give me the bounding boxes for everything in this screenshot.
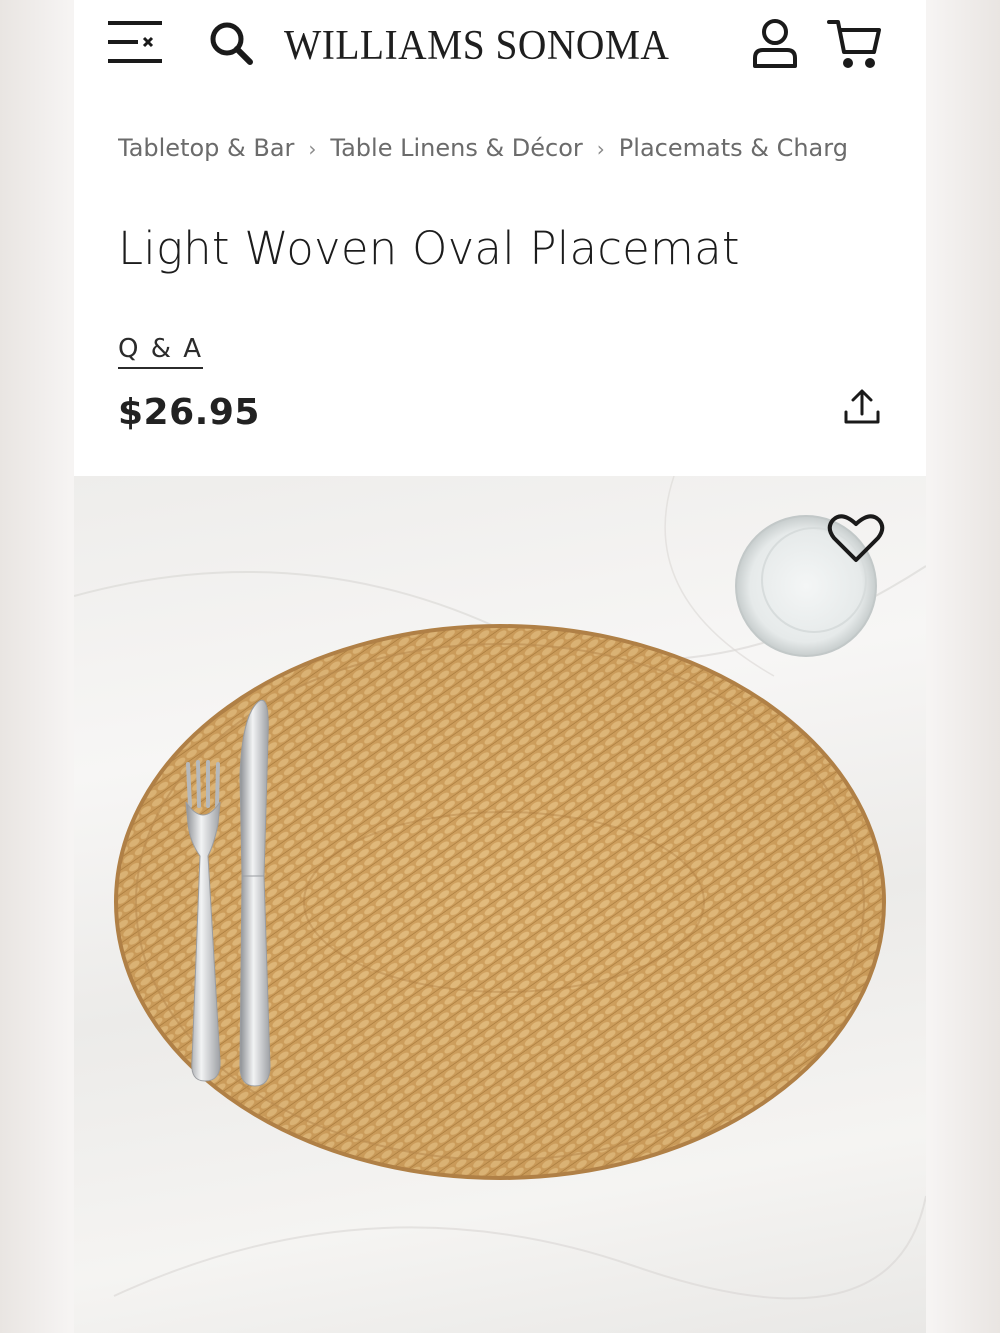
search-icon (210, 22, 253, 65)
breadcrumb-separator: › (596, 137, 605, 161)
heart-icon (827, 514, 885, 562)
product-price: $26.95 (118, 392, 260, 433)
product-image[interactable] (74, 476, 926, 1333)
breadcrumb-item-tabletop-bar[interactable]: Tabletop & Bar (118, 134, 294, 162)
cart-button[interactable] (826, 16, 884, 72)
site-header: WILLIAMS SONOMA (74, 0, 926, 90)
menu-icon (108, 21, 162, 63)
account-icon (753, 19, 797, 68)
favorite-button[interactable] (826, 510, 886, 566)
breadcrumb-item-table-linens-decor[interactable]: Table Linens & Décor (330, 134, 582, 162)
brand-logo[interactable]: WILLIAMS SONOMA (284, 22, 669, 70)
placemat-photo (74, 476, 926, 1300)
app-screen: WILLIAMS SONOMA Tabletop & Bar › Table Lin… (74, 0, 926, 1333)
breadcrumb: Tabletop & Bar › Table Linens & Décor › Plac… (118, 134, 918, 170)
product-title: Light Woven Oval Placemat (118, 222, 740, 275)
breadcrumb-item-placemats-chargers[interactable]: Placemats & Charg (619, 134, 848, 162)
menu-button[interactable] (106, 18, 164, 68)
cart-icon (827, 20, 881, 68)
qa-link[interactable]: Q & A (118, 334, 204, 369)
share-button[interactable] (840, 384, 884, 432)
breadcrumb-separator: › (308, 137, 317, 161)
search-button[interactable] (206, 18, 258, 68)
share-icon (844, 389, 880, 424)
account-button[interactable] (750, 16, 800, 70)
